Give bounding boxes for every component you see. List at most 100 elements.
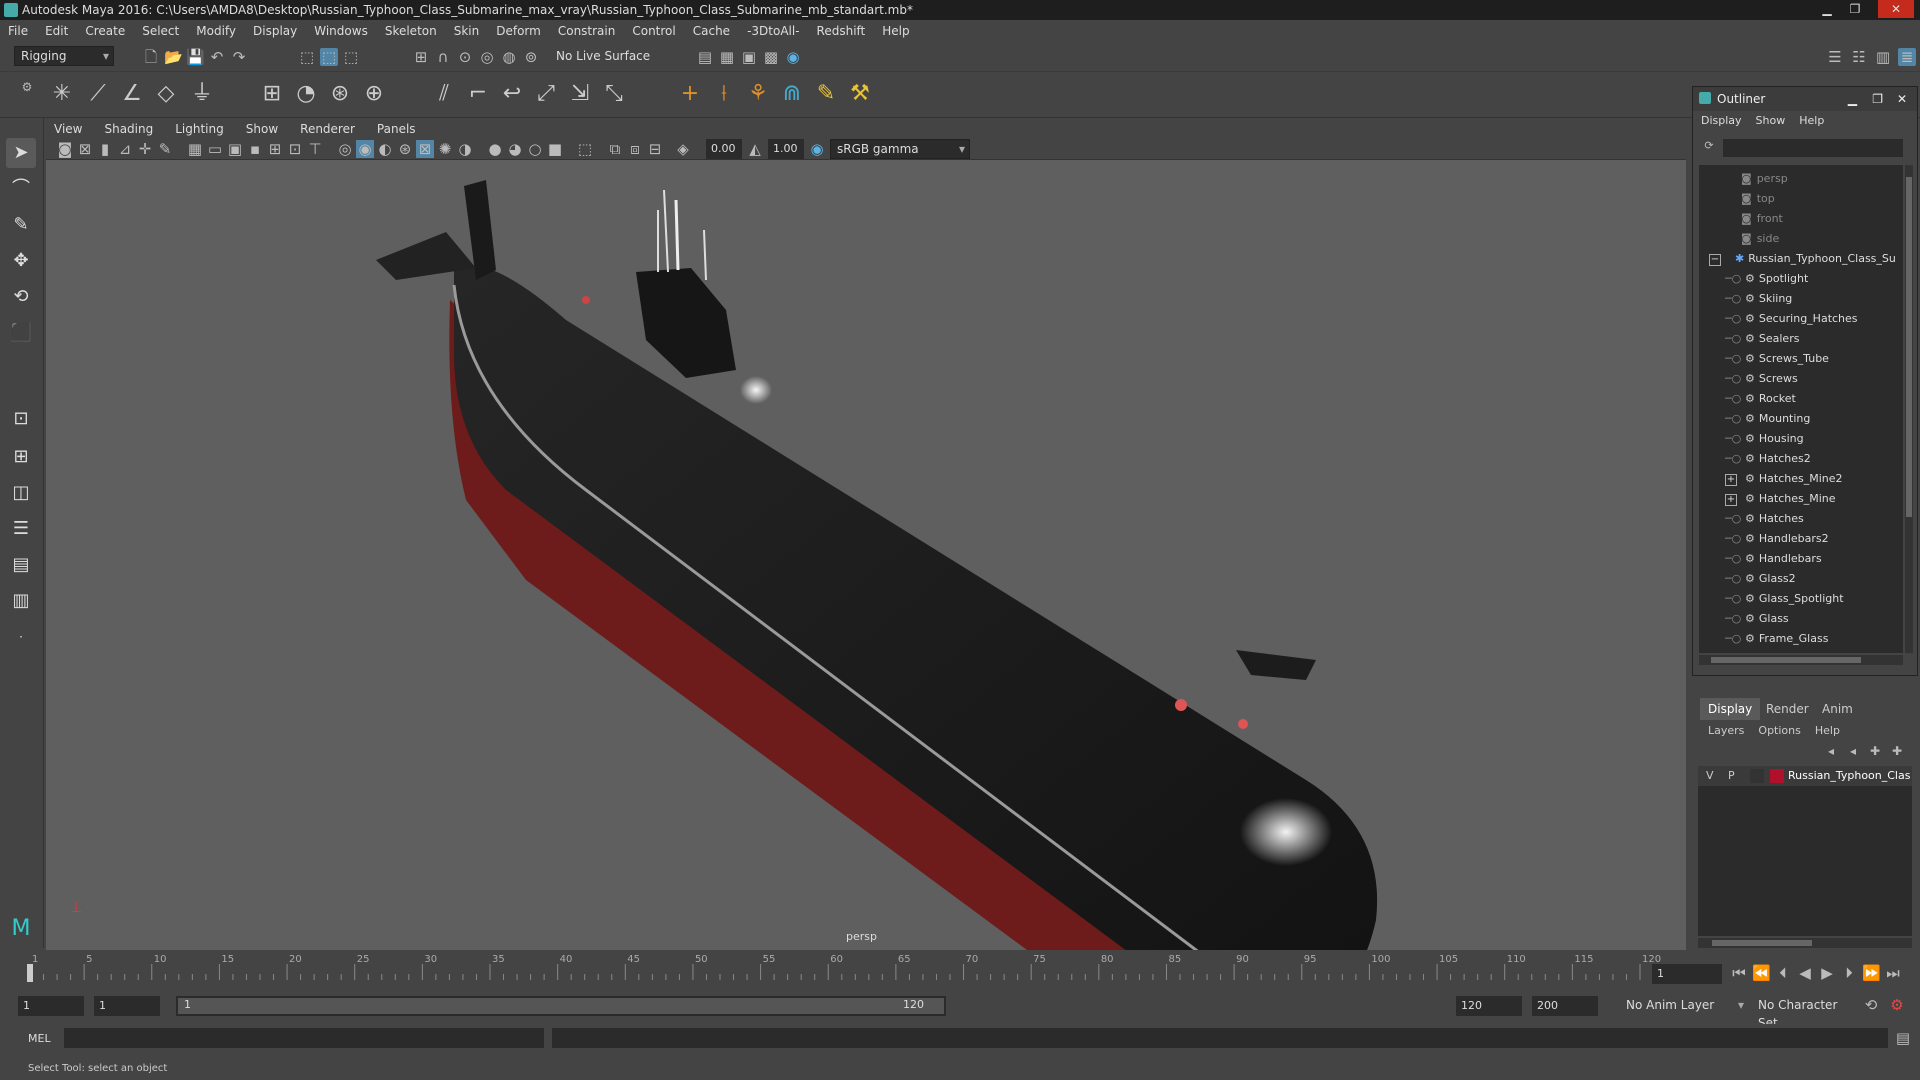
color-space-dropdown[interactable]: sRGB gamma ▾ [830,139,970,159]
skeleton-icon[interactable]: ⚘ [744,80,772,108]
menu-edit[interactable]: Edit [45,20,68,42]
panel-menu-renderer[interactable]: Renderer [300,120,355,138]
move-layer-up-icon[interactable]: ◂ [1822,742,1840,760]
default-material-icon[interactable]: ◐ [376,140,394,158]
layer-hscrollbar[interactable] [1698,938,1912,948]
locator-icon[interactable]: + [676,80,704,108]
play-backward-icon[interactable]: ◀ [1796,964,1814,982]
isolate-select-icon[interactable]: ⬚ [576,140,594,158]
maximize-icon[interactable]: ❐ [1842,0,1868,18]
layer-color-swatch[interactable] [1770,769,1784,783]
smooth-shade-icon[interactable]: ◉ [356,140,374,158]
layer-playback-toggle[interactable]: P [1728,769,1735,782]
anim-end-field[interactable]: 120 [1456,996,1522,1016]
step-forward-frame-icon[interactable]: ⏵ [1840,964,1858,982]
shadows-icon[interactable]: ◑ [456,140,474,158]
redo-icon[interactable]: ↷ [230,48,248,66]
pole-vector-icon[interactable]: ⤡ [600,80,628,108]
grease-pencil-icon[interactable]: ✎ [156,140,174,158]
outliner-item[interactable]: ─○ ⚙ Sealers [1725,329,1799,349]
render-view-icon[interactable]: ▦ [718,48,736,66]
timeline-ruler[interactable]: 1 5 10 15 20 25 30 35 40 45 50 55 60 65 70 75 80 85 90 95 10… [20,950,1680,992]
layer-row[interactable]: V P Russian_Typhoon_Clas [1698,766,1912,786]
outliner-item[interactable]: ─○ ⚙ Housing [1725,429,1804,449]
layer-tab-anim[interactable]: Anim [1814,698,1861,720]
rotate-tool-icon[interactable]: ⟲ [6,282,36,312]
step-back-key-icon[interactable]: ⏪ [1752,964,1771,982]
single-pane-layout-icon[interactable]: ⊡ [6,404,36,434]
new-layer-icon[interactable]: ✚ [1866,742,1884,760]
outliner-item-camera[interactable]: ◙ side [1741,229,1779,249]
step-back-frame-icon[interactable]: ⏴ [1774,964,1792,982]
range-slider[interactable]: 1 120 [176,996,946,1016]
outliner-search-input[interactable] [1723,139,1903,157]
play-forward-icon[interactable]: ▶ [1818,964,1836,982]
exposure-icon[interactable]: ◈ [674,140,692,158]
lattice-icon[interactable]: ⊞ [258,80,286,108]
snap-point-icon[interactable]: ⊙ [456,48,474,66]
outliner-item-camera[interactable]: ◙ persp [1741,169,1788,189]
menu-skeleton[interactable]: Skeleton [385,20,437,42]
outliner-item[interactable]: ─○ ⚙ Screws_Tube [1725,349,1829,369]
wireframe-on-shaded-icon[interactable]: ⊛ [396,140,414,158]
menu-cache[interactable]: Cache [693,20,730,42]
maximize-icon[interactable]: ❐ [1872,87,1883,111]
outliner-item[interactable]: + ⚙ Hatches_Mine [1725,489,1836,509]
go-to-start-icon[interactable]: ⏮ [1730,964,1748,982]
hypershade-icon[interactable]: ◉ [784,48,802,66]
humanik-icon[interactable]: ⏚ [188,80,216,108]
animation-prefs-icon[interactable]: ⚙ [1888,996,1906,1014]
anim-layer-dropdown[interactable]: No Anim Layer ▾ [1620,996,1748,1016]
menu-windows[interactable]: Windows [314,20,368,42]
live-surface-field[interactable]: No Live Surface [550,47,660,67]
two-pane-layout-icon[interactable]: ◫ [6,478,36,508]
outliner-item[interactable]: ─○ ⚙ Glass [1725,609,1789,629]
script-icon[interactable]: ⚒ [846,80,874,108]
use-all-lights-icon[interactable]: ✺ [436,140,454,158]
gate-mask-icon[interactable]: ▪ [246,140,264,158]
layer-visibility-toggle[interactable]: V [1706,769,1714,782]
undo-icon[interactable]: ↶ [208,48,226,66]
scale-tool-icon[interactable]: ⬛ [6,318,36,348]
film-gate-icon[interactable]: ▭ [206,140,224,158]
aim-constraint-icon[interactable]: ⇲ [566,80,594,108]
muscle-icon[interactable]: ⋒ [778,80,806,108]
snap-curve-icon[interactable]: ∩ [434,48,452,66]
outliner-titlebar[interactable]: Outliner ▁ ❐ ✕ [1693,87,1917,111]
menu-redshift[interactable]: Redshift [817,20,866,42]
current-frame-marker[interactable] [27,964,33,982]
minimize-icon[interactable]: ▁ [1848,87,1857,111]
custom-layout-icon[interactable]: · [6,622,36,652]
camera-select-icon[interactable]: ◙ [56,140,74,158]
menu-3dtoall[interactable]: -3DtoAll- [747,20,799,42]
render-current-icon[interactable]: ▣ [740,48,758,66]
menu-help[interactable]: Help [882,20,909,42]
select-object-icon[interactable]: ⬚ [320,48,338,66]
outliner-item[interactable]: ─○ ⚙ Frame_Glass [1725,629,1828,649]
xray-components-icon[interactable]: ⊟ [646,140,664,158]
layer-tab-display[interactable]: Display [1700,698,1761,720]
new-layer-selected-icon[interactable]: ✚ [1888,742,1906,760]
outliner-item[interactable]: ─○ ⚙ Spotlight [1725,269,1808,289]
wrap-icon[interactable]: ⊛ [326,80,354,108]
paint-select-icon[interactable]: ✎ [6,210,36,240]
orient-constraint-icon[interactable]: ↩ [498,80,526,108]
outliner-item[interactable]: ─○ ⚙ Handlebars [1725,549,1822,569]
image-plane-icon[interactable]: ⊿ [116,140,134,158]
script-language-label[interactable]: MEL [28,1032,51,1045]
start-time-field[interactable]: 1 [18,996,84,1016]
outliner-item[interactable]: ─○ ⚙ Hatches2 [1725,449,1811,469]
menu-control[interactable]: Control [632,20,675,42]
snap-view-icon[interactable]: ◎ [478,48,496,66]
time-slider[interactable]: 1 5 10 15 20 25 30 35 40 45 50 55 60 65 70 75 80 85 90 95 10… [0,950,1920,992]
move-layer-down-icon[interactable]: ◂ [1844,742,1862,760]
menu-select[interactable]: Select [142,20,179,42]
outliner-menu-help[interactable]: Help [1799,111,1824,131]
outliner-menu-display[interactable]: Display [1701,111,1742,131]
panel-menu-shading[interactable]: Shading [104,120,153,138]
layer-reference-toggle[interactable] [1750,769,1764,783]
outliner-item[interactable]: ─○ ⚙ Handlebars2 [1725,529,1829,549]
layer-editor-icon[interactable]: ≣ [1898,48,1916,66]
select-hierarchy-icon[interactable]: ⬚ [298,48,316,66]
exposure-field[interactable]: 0.00 [706,139,742,159]
